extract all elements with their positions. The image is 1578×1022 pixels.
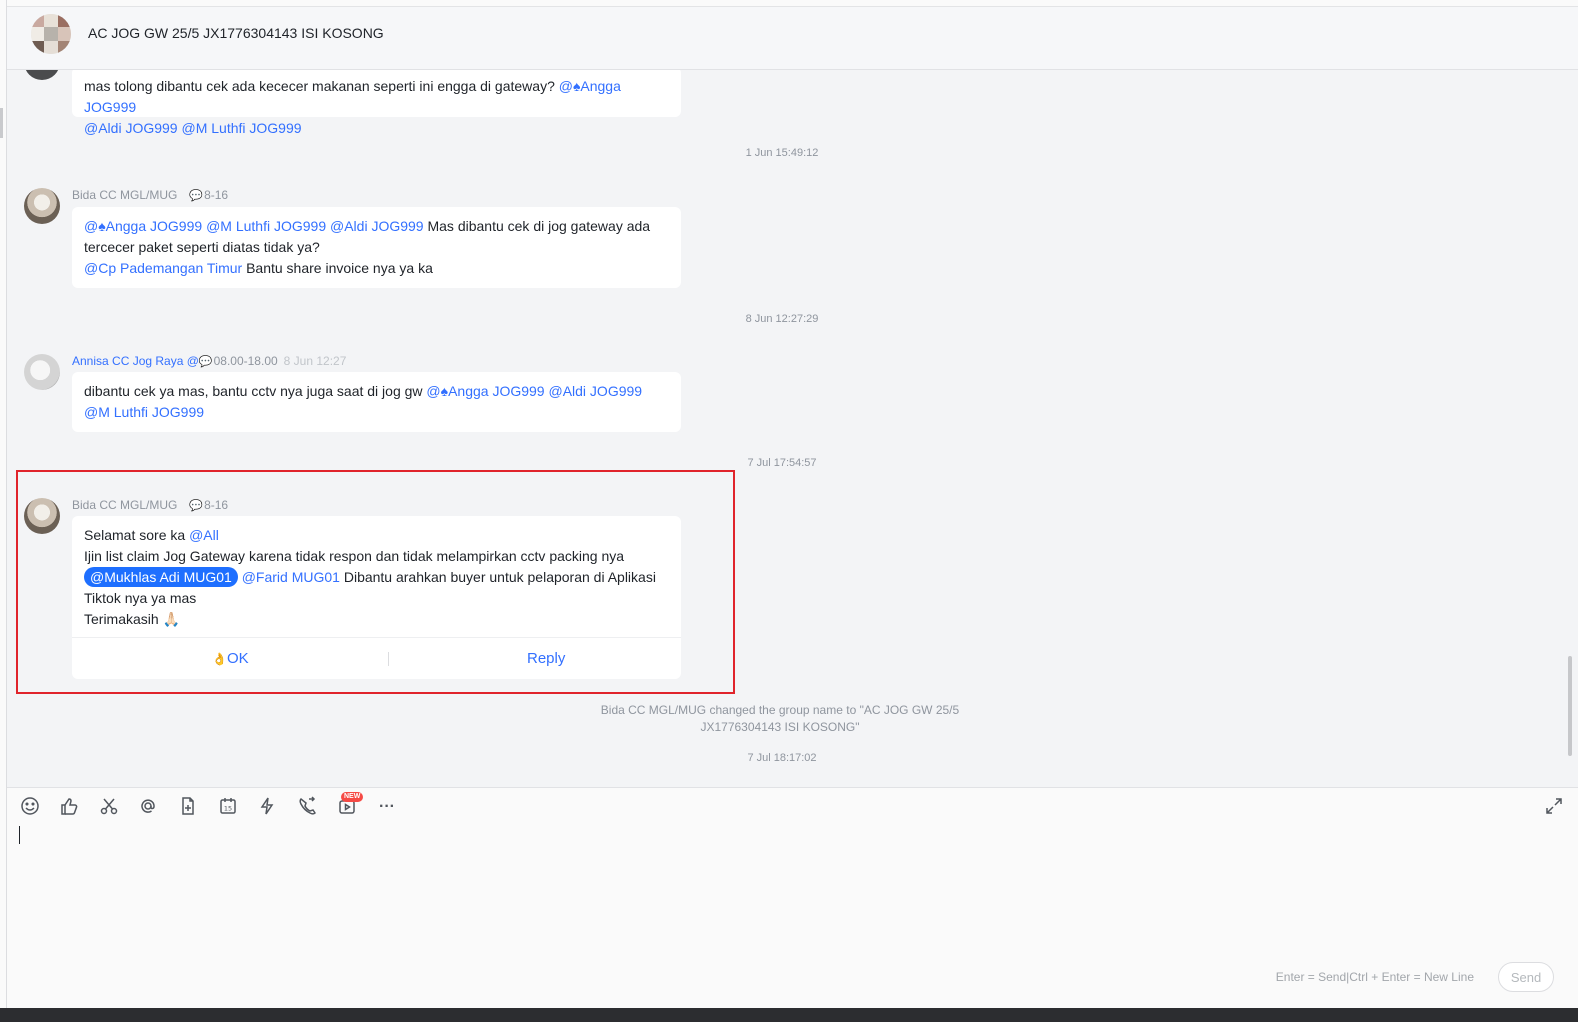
at-icon[interactable] [137,796,159,818]
message-list[interactable]: mas tolong dibantu cek ada kececer makan… [7,70,1578,786]
chat-bubble-icon: 💬 [189,500,204,512]
mention-link[interactable]: @Aldi JOG999 [548,383,642,399]
timestamp: 1 Jun 15:49:12 [745,147,819,159]
message-composer: 15 NEW ··· Enter = Send|Ctrl + Enter = N… [7,787,1578,1009]
work-schedule-text: 8-16 [204,188,229,202]
sender-line: Annisa CC Jog Raya @💬08.00-18.00 8 Jun 12… [72,354,346,368]
sender-name[interactable]: Bida CC MGL/MUG [72,498,177,512]
sidebar-collapse-handle[interactable] [0,108,3,138]
group-avatar[interactable] [31,14,71,54]
message-text: Bantu share invoice nya ya ka [242,260,433,276]
calendar-icon[interactable]: 15 [217,796,239,818]
send-button[interactable]: Send [1498,962,1554,992]
chat-bubble-icon: 💬 [189,190,204,202]
new-badge: NEW [341,792,364,802]
avatar[interactable] [24,188,60,224]
chat-bubble-icon: 💬 [198,356,213,368]
mention-link[interactable]: @Aldi JOG999 [330,218,424,234]
sender-name[interactable]: Bida CC MGL/MUG [72,188,177,202]
mention-link[interactable]: @Farid MUG01 [242,569,340,585]
mention-link[interactable]: @♠Angga JOG999 [426,383,544,399]
timestamp: 8 Jun 12:27:29 [745,313,819,325]
pray-emoji: 🙏🏻 [162,611,181,627]
system-rename-notice: Bida CC MGL/MUG changed the group name t… [580,702,980,736]
message-action-bar: 👌OK Reply [72,637,681,679]
timestamp: 7 Jul 17:54:57 [747,457,817,469]
reply-button[interactable]: Reply [527,650,565,667]
window-left-edge [0,0,7,1010]
message-bubble[interactable]: dibantu cek ya mas, bantu cctv nya juga … [72,372,681,432]
system-text: Bida CC MGL/MUG changed the group name t… [600,703,960,717]
chat-title[interactable]: AC JOG GW 25/5 JX1776304143 ISI KOSONG [88,25,384,41]
thumbs-up-icon[interactable] [58,796,80,818]
message-text: mas tolong dibantu cek ada kececer makan… [84,78,559,94]
message-time: 8 Jun 12:27 [283,354,347,368]
scrollbar-thumb[interactable] [1568,656,1572,756]
work-schedule-text: 08.00-18.00 [213,354,278,368]
sender-line: Bida CC MGL/MUG 💬8-16 [72,188,228,202]
mention-link[interactable]: @M Luthfi JOG999 [206,218,326,234]
work-schedule: 💬8-16 [189,498,228,512]
chat-header: AC JOG GW 25/5 JX1776304143 ISI KOSONG [7,7,1578,70]
message-bubble[interactable]: mas tolong dibantu cek ada kececer makan… [72,70,681,136]
ok-label: OK [226,650,249,667]
ok-button[interactable]: 👌OK [212,650,249,667]
emoji-icon[interactable] [19,796,41,818]
message-text: dibantu cek ya mas, bantu cctv nya juga … [84,383,427,399]
text-cursor[interactable] [19,826,20,844]
mention-link[interactable]: @♠Angga JOG999 [84,218,202,234]
os-taskbar [0,1008,1578,1022]
sender-line: Bida CC MGL/MUG 💬8-16 [72,498,228,512]
more-icon[interactable]: ··· [376,796,398,818]
svg-text:15: 15 [224,805,232,813]
send-shortcut-hint: Enter = Send|Ctrl + Enter = New Line [1275,970,1474,984]
message-text: Terimakasih [84,611,163,627]
doc-add-icon[interactable] [177,796,199,818]
action-divider [388,652,389,666]
message-bubble[interactable]: @♠Angga JOG999 @M Luthfi JOG999 @Aldi JO… [72,207,681,288]
avatar[interactable] [24,70,60,80]
message-text: Selamat sore ka [84,527,190,543]
mention-link[interactable]: @M Luthfi JOG999 [84,404,204,420]
message-text: Ijin list claim Jog Gateway karena tidak… [84,548,625,564]
sender-name[interactable]: Annisa CC Jog Raya @ [72,354,199,368]
expand-icon[interactable] [1544,796,1564,816]
mention-link[interactable]: @Cp Pademangan Timur [84,260,242,276]
lightning-icon[interactable] [256,796,278,818]
scissors-icon[interactable] [98,796,120,818]
work-schedule-text: 8-16 [204,498,229,512]
window-top-edge [6,0,1578,7]
mention-all[interactable]: @All [189,527,219,543]
mention-link[interactable]: @M Luthfi JOG999 [181,120,301,136]
message-bubble[interactable]: Selamat sore ka @All Ijin list claim Jog… [72,516,681,638]
mention-link[interactable]: @Aldi JOG999 [84,120,178,136]
avatar[interactable] [24,354,60,390]
avatar[interactable] [24,498,60,534]
work-schedule: 💬8-16 [189,188,228,202]
timestamp: 7 Jul 18:17:02 [747,752,817,764]
system-text: JX1776304143 ISI KOSONG" [700,720,860,734]
mention-self-pill[interactable]: @Mukhlas Adi MUG01 [84,567,238,587]
ok-hand-icon: 👌 [212,652,227,666]
video-call-icon[interactable] [296,796,318,818]
